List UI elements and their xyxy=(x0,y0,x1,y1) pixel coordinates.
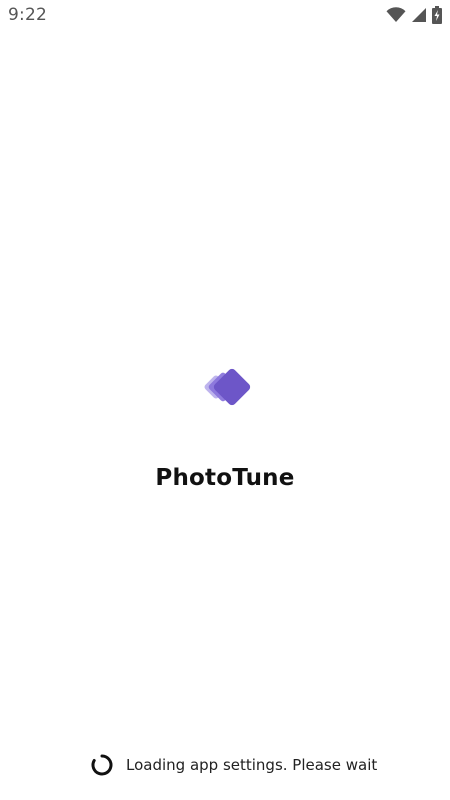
loading-spinner-icon xyxy=(90,753,114,777)
app-logo xyxy=(198,366,254,416)
app-name: PhotoTune xyxy=(155,465,295,491)
loading-indicator: Loading app settings. Please wait xyxy=(90,752,377,778)
status-time: 9:22 xyxy=(8,5,47,25)
wifi-icon xyxy=(386,7,406,23)
battery-charging-icon xyxy=(432,6,442,24)
loading-message: Loading app settings. Please wait xyxy=(126,756,378,774)
cellular-signal-icon xyxy=(411,7,427,23)
status-icons xyxy=(386,6,442,24)
status-bar: 9:22 xyxy=(0,0,450,30)
